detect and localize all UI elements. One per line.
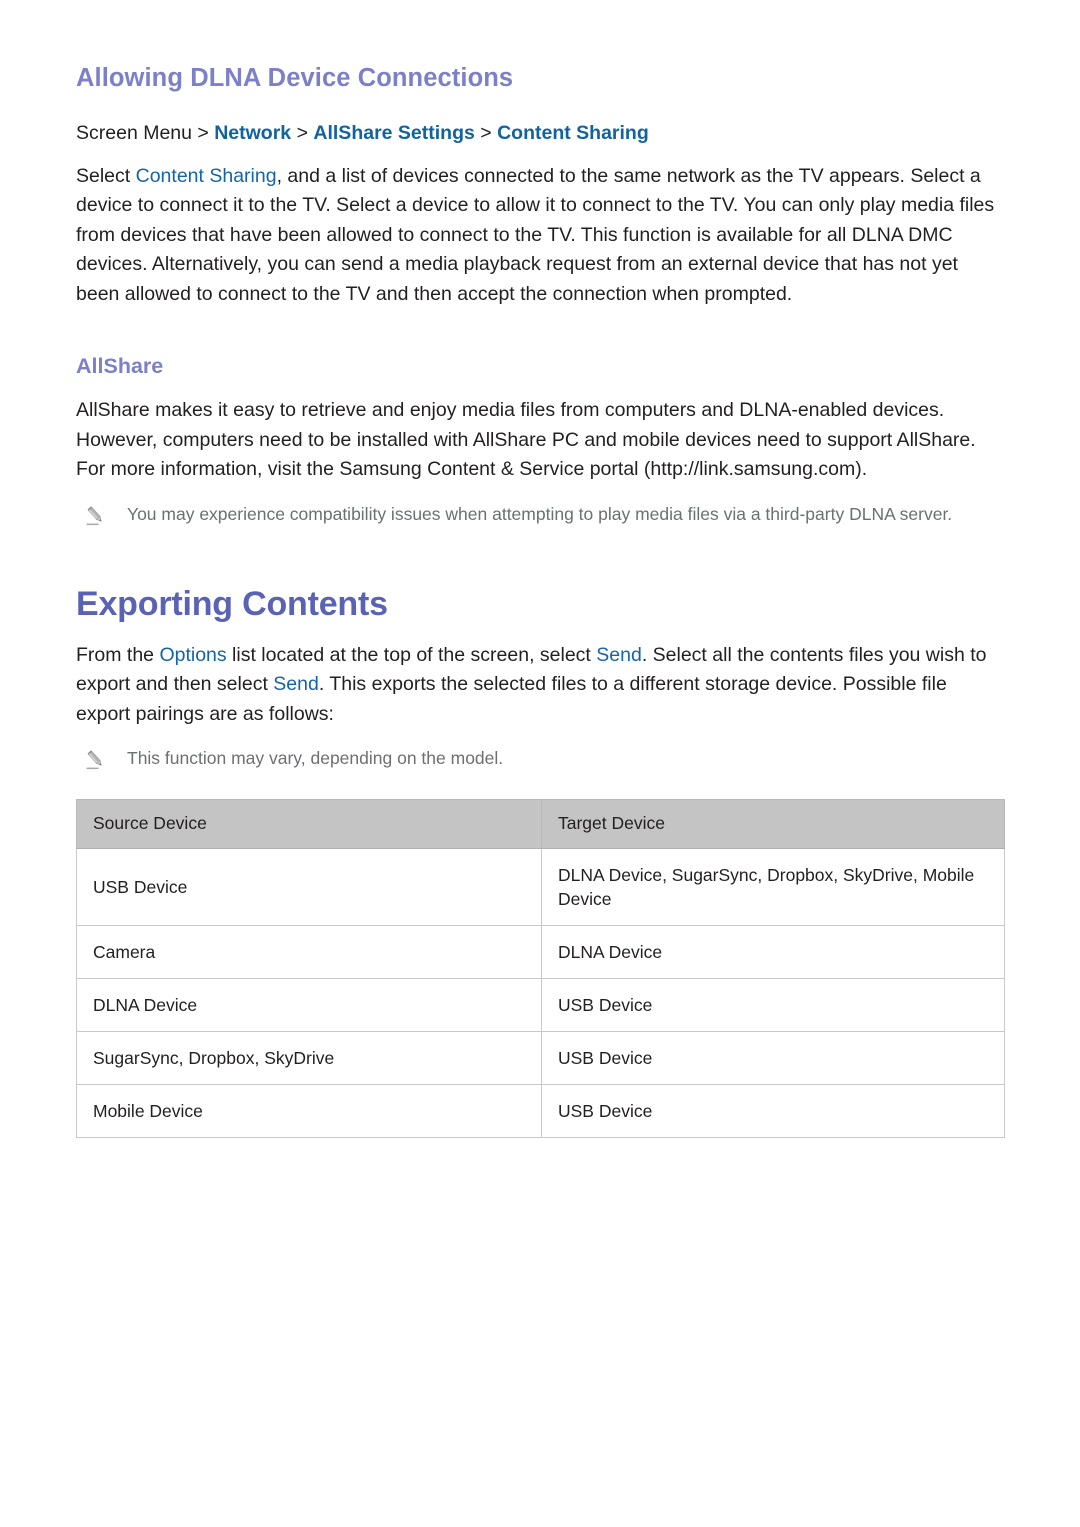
table-row: USB Device DLNA Device, SugarSync, Dropb… (76, 847, 1005, 926)
section-heading-allshare: AllShare (76, 354, 164, 379)
note-text: You may experience compatibility issues … (127, 503, 953, 524)
cell-source-device: SugarSync, Dropbox, SkyDrive (76, 1030, 542, 1085)
inline-link-options[interactable]: Options (159, 644, 226, 666)
cell-target-device: USB Device (541, 977, 1005, 1032)
cell-source-device: DLNA Device (76, 977, 542, 1032)
paragraph-text-part1: Select (76, 164, 136, 187)
inline-link-send-1[interactable]: Send (596, 644, 642, 666)
breadcrumb-separator-2: > (291, 121, 314, 144)
cell-target-device: USB Device (541, 1030, 1005, 1085)
document-page: Allowing DLNA Device Connections Screen … (0, 0, 1080, 1527)
note-model-variation: This function may vary, depending on the… (76, 729, 1004, 772)
exporting-text-part1: From the (76, 643, 160, 666)
note-text: This function may vary, depending on the… (127, 748, 504, 768)
cell-source-device: USB Device (76, 847, 542, 926)
page-title-exporting-contents: Exporting Contents (76, 584, 388, 623)
paragraph-content-sharing: Select Content Sharing, and a list of de… (76, 146, 1004, 310)
inline-link-send-2[interactable]: Send (273, 673, 319, 695)
column-header-target-device: Target Device (541, 799, 1005, 849)
table-row: DLNA Device USB Device (76, 977, 1005, 1032)
section-heading-allowing-dlna: Allowing DLNA Device Connections (76, 64, 514, 92)
table-row: Camera DLNA Device (76, 924, 1005, 979)
exporting-text-part2: list located at the top of the screen, s… (226, 643, 597, 666)
table-wrapper: Source Device Target Device USB Device D… (76, 772, 1005, 1138)
table-header-row: Source Device Target Device (76, 799, 1005, 849)
cell-target-device: DLNA Device (541, 924, 1005, 979)
breadcrumb-item-allshare-settings[interactable]: AllShare Settings (313, 122, 474, 144)
paragraph-allshare: AllShare makes it easy to retrieve and e… (76, 399, 976, 481)
cell-source-device: Mobile Device (76, 1083, 542, 1138)
column-header-source-device: Source Device (76, 799, 542, 849)
cell-source-device: Camera (76, 924, 542, 979)
breadcrumb-prefix: Screen Menu (76, 121, 192, 144)
breadcrumb-item-content-sharing[interactable]: Content Sharing (497, 122, 649, 144)
table-row: SugarSync, Dropbox, SkyDrive USB Device (76, 1030, 1005, 1085)
table-row: Mobile Device USB Device (76, 1083, 1005, 1138)
breadcrumb: Screen Menu > Network > AllShare Setting… (76, 94, 1004, 146)
note-allshare-compatibility: You may experience compatibility issues … (76, 485, 1004, 528)
paragraph-exporting: From the Options list located at the top… (76, 625, 1004, 730)
cell-target-device: DLNA Device, SugarSync, Dropbox, SkyDriv… (541, 847, 1005, 926)
breadcrumb-item-network[interactable]: Network (214, 122, 291, 144)
breadcrumb-separator-3: > (474, 121, 498, 144)
pencil-icon (84, 504, 108, 528)
export-pairings-table: Source Device Target Device USB Device D… (76, 799, 1005, 1138)
inline-link-content-sharing[interactable]: Content Sharing (136, 165, 277, 187)
cell-target-device: USB Device (541, 1083, 1005, 1138)
pencil-icon (84, 748, 108, 772)
breadcrumb-separator-1: > (191, 121, 215, 144)
